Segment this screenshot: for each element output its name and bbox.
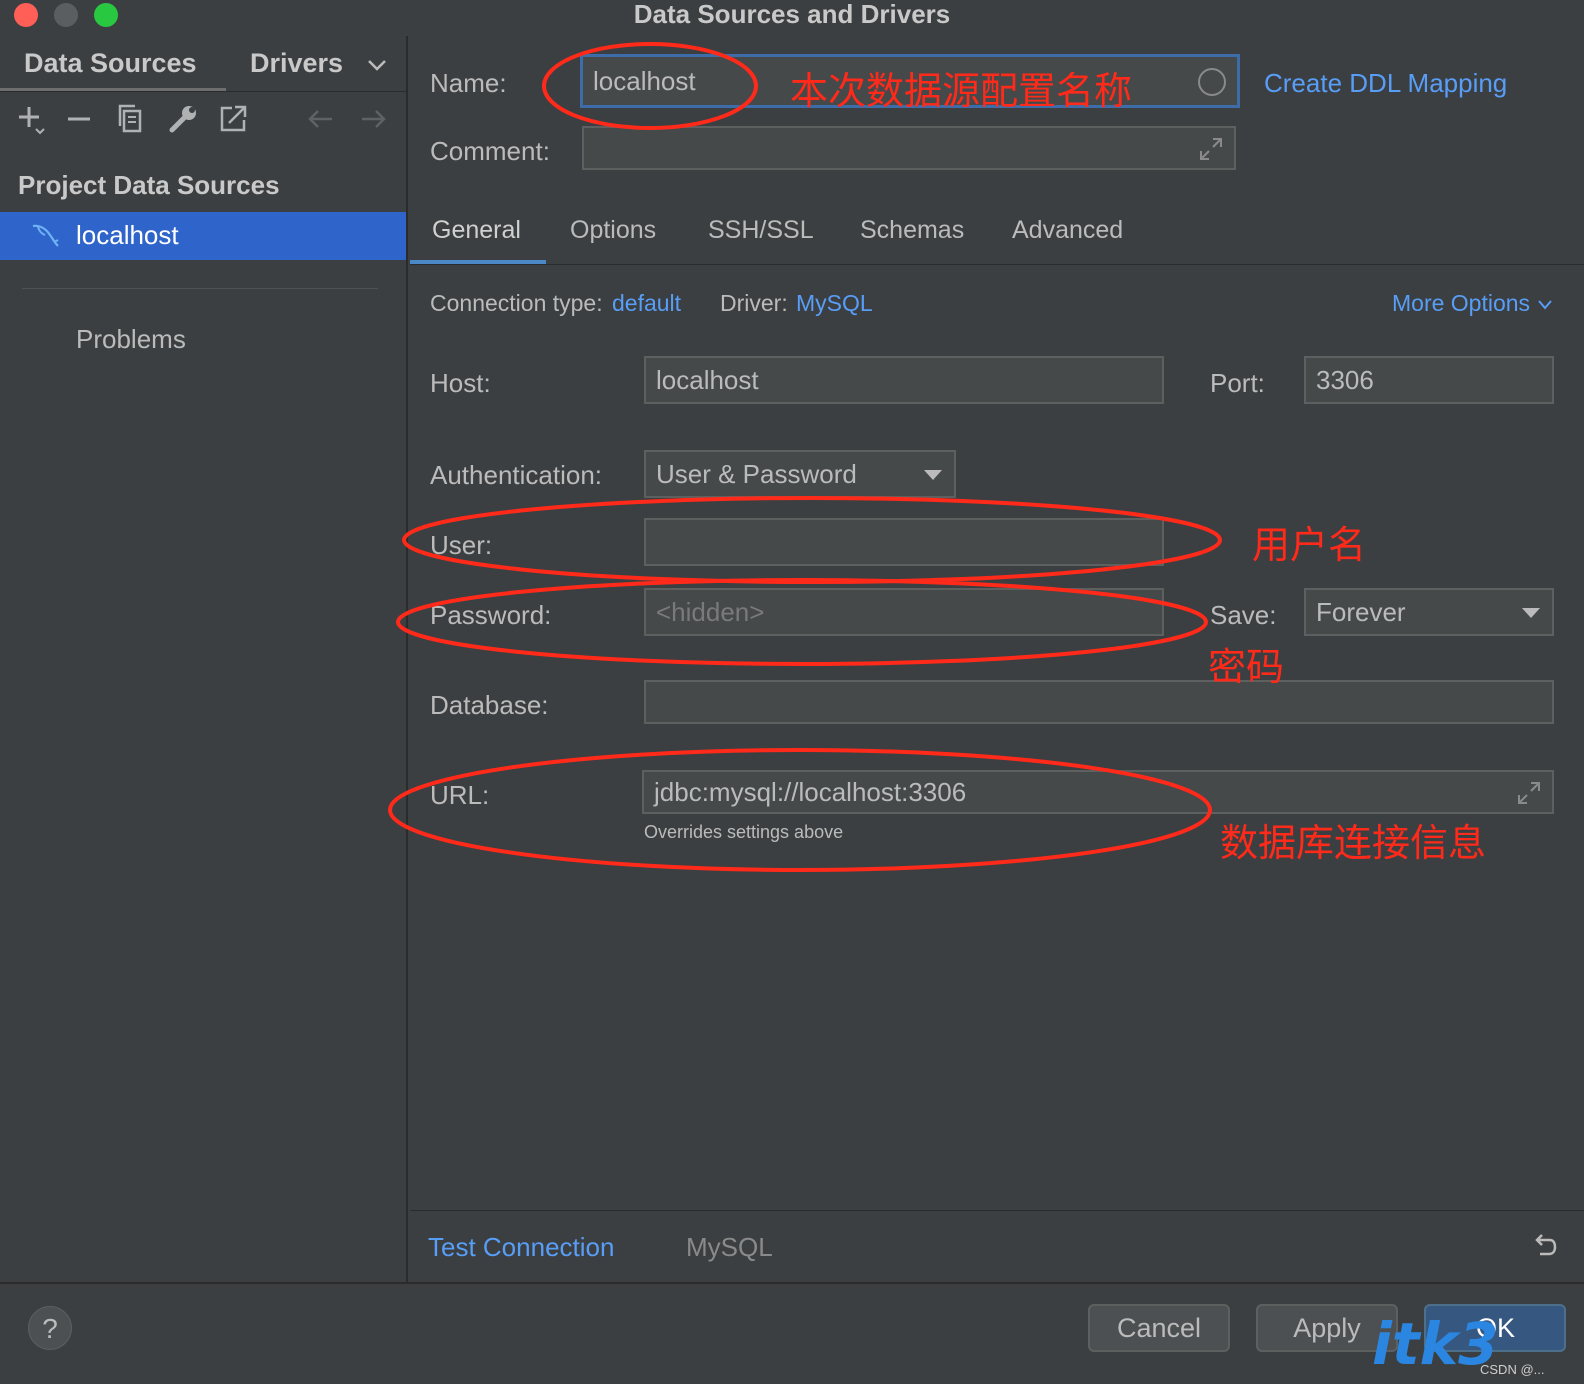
annotation-user-text: 用户名 xyxy=(1252,523,1367,567)
help-button[interactable]: ? xyxy=(28,1306,72,1350)
user-input[interactable] xyxy=(644,518,1164,566)
divider xyxy=(410,264,1584,265)
tab-advanced[interactable]: Advanced xyxy=(1012,216,1123,245)
problems-item[interactable]: Problems xyxy=(76,324,186,355)
tab-ssh-ssl[interactable]: SSH/SSL xyxy=(708,216,814,245)
url-input[interactable]: jdbc:mysql://localhost:3306 xyxy=(642,770,1554,814)
reset-icon[interactable] xyxy=(1528,1232,1558,1262)
authentication-select[interactable]: User & Password xyxy=(644,450,956,498)
data-source-label: localhost xyxy=(76,220,179,250)
port-label: Port: xyxy=(1210,368,1265,398)
name-value: localhost xyxy=(593,65,696,96)
mysql-dolphin-icon xyxy=(32,224,59,247)
tab-data-sources[interactable]: Data Sources xyxy=(24,48,197,79)
driver-name-label: MySQL xyxy=(686,1232,773,1262)
authentication-value: User & Password xyxy=(656,458,857,489)
tab-schemas[interactable]: Schemas xyxy=(860,216,964,245)
dropdown-arrow-icon xyxy=(924,470,942,480)
dialog-button-bar: ? Cancel Apply OK xyxy=(0,1282,1584,1384)
back-arrow-icon[interactable] xyxy=(304,102,338,136)
name-label: Name: xyxy=(430,68,507,98)
add-icon[interactable] xyxy=(14,102,48,136)
more-options-link[interactable]: More Options xyxy=(1392,290,1554,317)
chevron-down-icon xyxy=(1538,300,1553,310)
divider xyxy=(22,288,378,289)
test-connection-link[interactable]: Test Connection xyxy=(428,1232,614,1263)
tab-general[interactable]: General xyxy=(432,216,521,245)
password-label: Password: xyxy=(430,600,552,630)
tab-options[interactable]: Options xyxy=(570,216,656,245)
forward-arrow-icon[interactable] xyxy=(356,102,390,136)
driver-link[interactable]: MySQL xyxy=(796,290,873,317)
annotation-password-text: 密码 xyxy=(1208,645,1285,689)
title-bar: Data Sources and Drivers xyxy=(0,0,1584,32)
more-options-label: More Options xyxy=(1392,290,1531,316)
dropdown-arrow-icon xyxy=(1522,608,1540,618)
database-label: Database: xyxy=(430,690,549,720)
cancel-button[interactable]: Cancel xyxy=(1088,1304,1230,1352)
port-input[interactable]: 3306 xyxy=(1304,356,1554,404)
copy-icon[interactable] xyxy=(114,102,148,136)
main-panel: Name: localhost Create DDL Mapping Comme… xyxy=(410,36,1584,1292)
database-input[interactable] xyxy=(644,680,1554,724)
chevron-down-icon[interactable] xyxy=(366,56,388,74)
color-circle-icon[interactable] xyxy=(1197,67,1227,97)
expand-icon[interactable] xyxy=(1516,780,1542,806)
divider xyxy=(0,91,406,92)
connection-type-link[interactable]: default xyxy=(612,290,681,317)
sidebar: Data Sources Drivers Project Data Source… xyxy=(0,36,408,1292)
window-title: Data Sources and Drivers xyxy=(633,0,951,29)
comment-label: Comment: xyxy=(430,136,550,166)
url-value: jdbc:mysql://localhost:3306 xyxy=(654,776,967,807)
tab-drivers[interactable]: Drivers xyxy=(250,48,343,79)
expand-icon[interactable] xyxy=(1198,136,1224,162)
host-input[interactable]: localhost xyxy=(644,356,1164,404)
user-label: User: xyxy=(430,530,493,560)
export-icon[interactable] xyxy=(216,102,250,136)
watermark-small: CSDN @... xyxy=(1480,1362,1545,1377)
remove-icon[interactable] xyxy=(62,102,96,136)
annotation-url-text: 数据库连接信息 xyxy=(1220,821,1487,865)
wrench-icon[interactable] xyxy=(166,102,200,136)
save-label: Save: xyxy=(1210,600,1277,630)
authentication-label: Authentication: xyxy=(430,460,603,490)
save-value: Forever xyxy=(1316,596,1406,627)
create-ddl-mapping-link[interactable]: Create DDL Mapping xyxy=(1264,68,1507,99)
comment-input[interactable] xyxy=(582,126,1236,170)
save-select[interactable]: Forever xyxy=(1304,588,1554,636)
project-data-sources-heading: Project Data Sources xyxy=(18,170,280,200)
divider xyxy=(410,1210,1584,1211)
host-label: Host: xyxy=(430,368,491,398)
sidebar-toolbar xyxy=(0,102,406,152)
url-hint: Overrides settings above xyxy=(644,822,844,842)
data-source-item-localhost[interactable]: localhost xyxy=(0,212,406,260)
url-label: URL: xyxy=(430,780,490,810)
annotation-name-text: 本次数据源配置名称 xyxy=(790,69,1133,113)
driver-label: Driver: xyxy=(720,290,788,316)
password-input[interactable]: <hidden> xyxy=(644,588,1164,636)
connection-type-label: Connection type: xyxy=(430,290,603,316)
